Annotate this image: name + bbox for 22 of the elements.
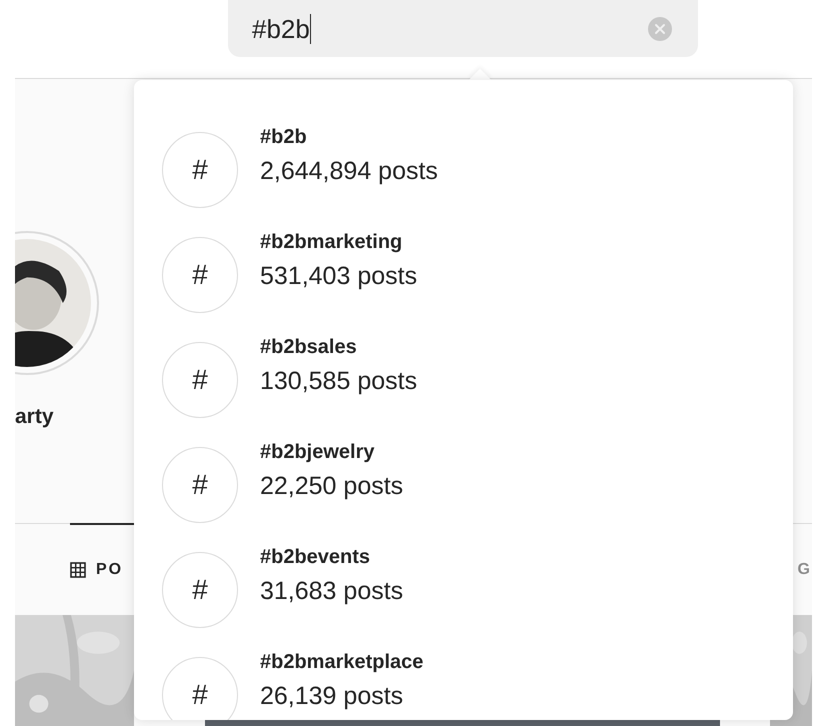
post-count: 31,683 posts [260,576,404,606]
post-count: 130,585 posts [260,366,418,396]
post-count: 22,250 posts [260,470,404,502]
hashtag-icon: # [162,342,238,418]
hashtag-icon: # [162,132,238,208]
hashtag-link[interactable]: #b2bsales [260,332,418,360]
hashtag-link[interactable]: #b2b [260,122,438,150]
hashtag-icon: # [162,656,238,720]
hashtag-link[interactable]: #b2bmarketplace [260,648,424,676]
hashtag-icon: # [162,446,238,522]
post-count: 531,403 posts [260,260,418,292]
hashtag-icon: # [162,236,238,312]
hashtag-icon: # [162,552,238,628]
search-field[interactable]: #b2b [228,0,698,57]
hashtag-link[interactable]: #b2bevents [260,542,404,570]
post-count: 2,644,894 posts [260,156,438,186]
clear-icon[interactable] [648,16,672,40]
profile-name: arty [15,404,54,430]
hashtag-link[interactable]: #b2bjewelry [260,438,404,466]
hashtag-link[interactable]: #b2bmarketing [260,228,418,256]
post-count: 26,139 posts [260,680,404,712]
grid-icon [70,562,86,578]
